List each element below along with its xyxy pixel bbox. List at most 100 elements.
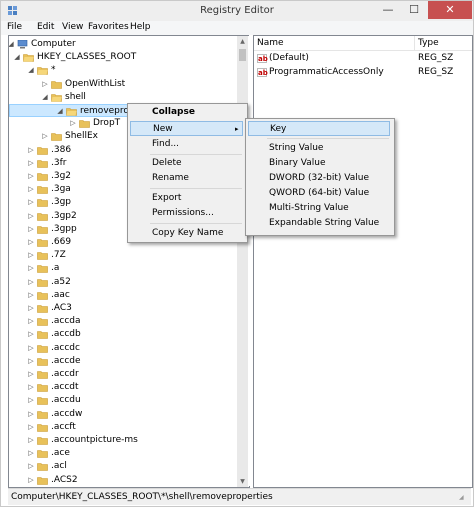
expanded-arrow-icon[interactable]: ◢ [27,64,35,77]
menu-file[interactable]: File [7,22,22,32]
tree-item[interactable]: ▷ .accdw [9,408,235,421]
scroll-thumb[interactable] [239,49,246,61]
tree-item[interactable]: ▷ .acl [9,460,235,473]
tree-item[interactable]: ▷ OpenWithList [9,78,235,91]
submenu-item-key[interactable]: Key [248,121,390,136]
submenu-arrow-icon: ▸ [235,125,239,133]
collapsed-arrow-icon[interactable]: ▷ [41,78,49,91]
folder-icon [37,239,48,247]
tree-item[interactable]: ▷ .ace [9,447,235,460]
collapsed-arrow-icon[interactable]: ▷ [27,144,35,157]
tree-item[interactable]: ▷ .AC3 [9,302,235,315]
column-header-name[interactable]: Name [257,38,284,48]
folder-icon [37,278,48,287]
collapsed-arrow-icon[interactable]: ▷ [27,342,35,355]
collapsed-arrow-icon[interactable]: ▷ [27,289,35,302]
tree-item[interactable]: ▷ .accdc [9,342,235,355]
collapsed-arrow-icon[interactable]: ▷ [27,157,35,170]
menu-item-delete[interactable]: Delete [130,156,243,171]
menu-item-export[interactable]: Export [130,191,243,206]
folder-icon [37,159,48,168]
tree-item[interactable]: ▷ .accountpicture-ms [9,434,235,447]
collapsed-arrow-icon[interactable]: ▷ [27,315,35,328]
tree-item[interactable]: ▷ .ACS2 [9,474,235,487]
collapsed-arrow-icon[interactable]: ▷ [27,394,35,407]
collapsed-arrow-icon[interactable]: ▷ [27,262,35,275]
values-list[interactable]: Name Type ab (Default) REG_SZ ab Program… [253,35,473,488]
menu-help[interactable]: Help [130,22,151,32]
scroll-down-arrow-icon[interactable]: ▼ [237,476,248,487]
expanded-arrow-icon[interactable]: ◢ [13,51,21,64]
collapsed-arrow-icon[interactable]: ▷ [27,381,35,394]
collapsed-arrow-icon[interactable]: ▷ [27,408,35,421]
submenu-item-binary-value[interactable]: Binary Value [248,156,390,171]
collapsed-arrow-icon[interactable]: ▷ [27,276,35,289]
collapsed-arrow-icon[interactable]: ▷ [27,368,35,381]
collapsed-arrow-icon[interactable]: ▷ [27,236,35,249]
submenu-item-dword-value[interactable]: DWORD (32-bit) Value [248,171,390,186]
submenu-item-multi-string-value[interactable]: Multi-String Value [248,201,390,216]
collapsed-arrow-icon[interactable]: ▷ [27,474,35,487]
collapsed-arrow-icon[interactable]: ▷ [27,170,35,183]
collapsed-arrow-icon[interactable]: ▷ [27,196,35,209]
tree-item[interactable]: ▷ .a [9,262,235,275]
tree-item[interactable]: ▷ .accde [9,355,235,368]
collapsed-arrow-icon[interactable]: ▷ [27,421,35,434]
submenu-item-string-value[interactable]: String Value [248,141,390,156]
minimize-button[interactable]: — [375,1,401,19]
submenu-item-qword-value[interactable]: QWORD (64-bit) Value [248,186,390,201]
menu-item-rename[interactable]: Rename [130,171,243,186]
size-grip-icon[interactable]: ◢ [459,494,469,504]
tree-item[interactable]: ▷ .7Z [9,249,235,262]
tree-item-label: .669 [51,237,72,247]
maximize-button[interactable]: ☐ [401,1,427,19]
expanded-arrow-icon[interactable]: ◢ [9,38,15,51]
menu-item-new[interactable]: New ▸ [130,121,243,136]
column-header-type[interactable]: Type [418,38,439,48]
menu-view[interactable]: View [62,22,83,32]
collapsed-arrow-icon[interactable]: ▷ [27,328,35,341]
list-item[interactable]: ab ProgrammaticAccessOnly REG_SZ [254,66,472,79]
tree-item[interactable]: ◢ HKEY_CLASSES_ROOT [9,51,235,64]
collapsed-arrow-icon[interactable]: ▷ [69,117,77,130]
menu-item-copy-key-name[interactable]: Copy Key Name [130,226,243,241]
submenu-item-expandable-string-value[interactable]: Expandable String Value [248,216,390,231]
menu-edit[interactable]: Edit [37,22,54,32]
collapsed-arrow-icon[interactable]: ▷ [27,302,35,315]
string-value-icon: ab [257,54,268,63]
tree-item-label: .ace [51,448,70,459]
tree-item[interactable]: ◢ Computer [9,38,235,51]
menu-item-collapse[interactable]: Collapse [130,105,243,120]
list-item[interactable]: ab (Default) REG_SZ [254,52,472,65]
menu-item-find[interactable]: Find... [130,137,243,152]
tree-item[interactable]: ▷ .accdu [9,394,235,407]
collapsed-arrow-icon[interactable]: ▷ [27,223,35,236]
tree-item[interactable]: ▷ .accdr [9,368,235,381]
tree-item[interactable]: ▷ .accdt [9,381,235,394]
collapsed-arrow-icon[interactable]: ▷ [27,460,35,473]
title-bar[interactable]: Registry Editor — ☐ ✕ [1,1,473,21]
collapsed-arrow-icon[interactable]: ▷ [27,249,35,262]
collapsed-arrow-icon[interactable]: ▷ [27,434,35,447]
folder-icon [37,318,48,326]
tree-item[interactable]: ▷ .accda [9,315,235,328]
collapsed-arrow-icon[interactable]: ▷ [27,210,35,223]
tree-item[interactable]: ◢ * [9,64,235,77]
tree-item[interactable]: ▷ .accdb [9,328,235,341]
scroll-up-arrow-icon[interactable]: ▲ [237,36,248,47]
menu-item-permissions[interactable]: Permissions... [130,206,243,221]
menu-favorites[interactable]: Favorites [88,22,129,32]
status-bar: Computer\HKEY_CLASSES_ROOT\*\shell\remov… [8,488,471,505]
tree-item[interactable]: ▷ .aac [9,289,235,302]
expanded-arrow-icon[interactable]: ◢ [56,105,64,118]
collapsed-arrow-icon[interactable]: ▷ [41,130,49,143]
column-separator[interactable] [414,36,415,50]
tree-item[interactable]: ◢ shell [9,91,235,104]
tree-item[interactable]: ▷ .accft [9,421,235,434]
collapsed-arrow-icon[interactable]: ▷ [27,183,35,196]
expanded-arrow-icon[interactable]: ◢ [41,91,49,104]
tree-item[interactable]: ▷ .a52 [9,276,235,289]
collapsed-arrow-icon[interactable]: ▷ [27,447,35,460]
close-button[interactable]: ✕ [428,1,472,19]
collapsed-arrow-icon[interactable]: ▷ [27,355,35,368]
